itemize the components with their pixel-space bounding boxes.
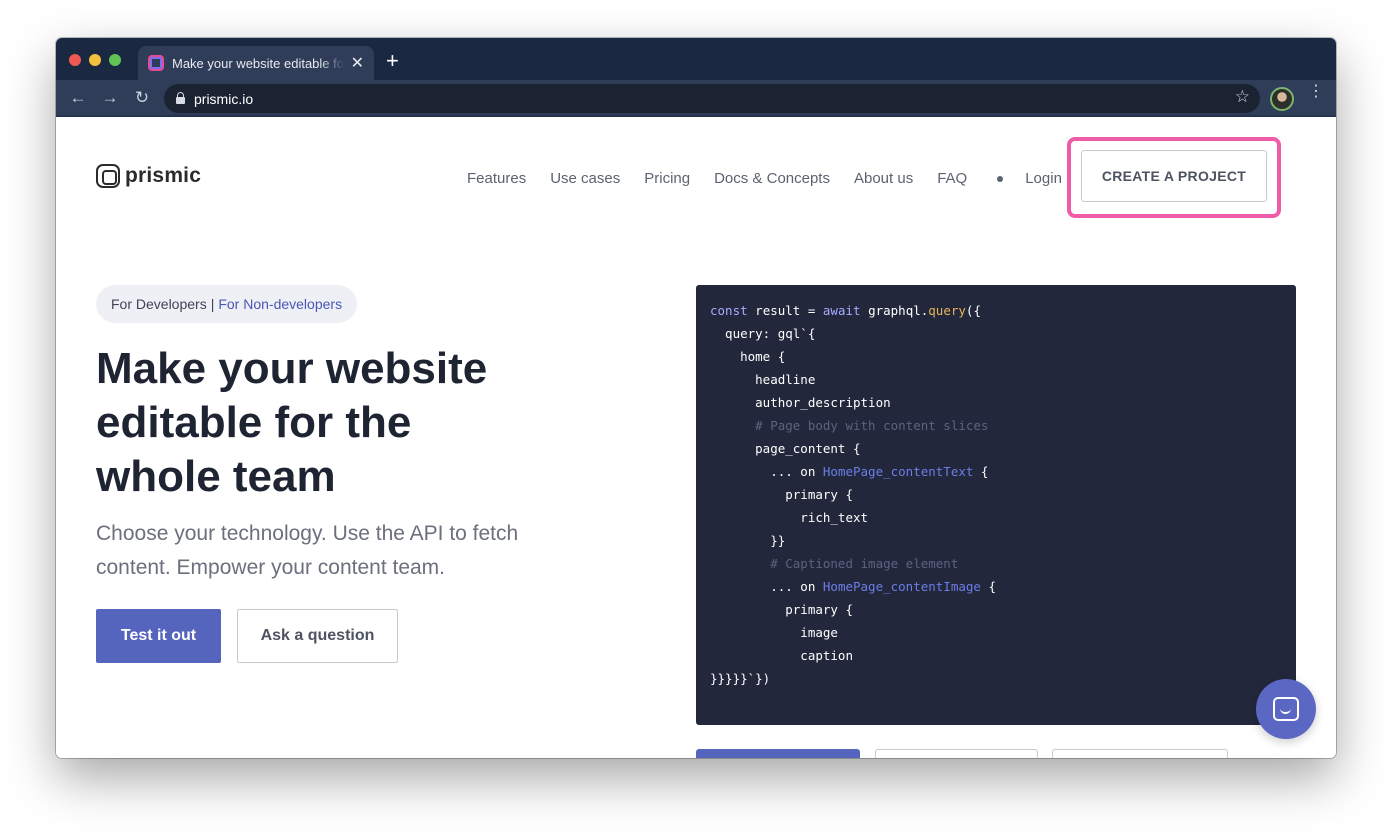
star-icon[interactable]: ☆ (1235, 87, 1250, 107)
code-token: }} (710, 533, 786, 548)
code-token: const (710, 303, 748, 318)
code-line: caption (710, 644, 1282, 667)
page-content: prismic Features Use cases Pricing Docs … (56, 117, 1336, 758)
code-token: rich_text (710, 510, 869, 525)
code-token: primary { (710, 487, 853, 502)
code-token: page_content { (710, 441, 861, 456)
code-line: image (710, 621, 1282, 644)
browser-window: Make your website editable for the whole… (56, 38, 1336, 758)
code-tab-button[interactable] (696, 749, 860, 758)
logo-text: prismic (125, 164, 202, 187)
code-line: const result = await graphql.query({ (710, 299, 1282, 322)
lock-icon (176, 91, 185, 104)
forward-arrow-icon[interactable]: → (100, 88, 120, 108)
for-developers-label[interactable]: For Developers (111, 296, 207, 312)
code-token: caption (710, 648, 853, 663)
maximize-window-button[interactable] (109, 54, 121, 66)
nav-pricing[interactable]: Pricing (644, 170, 690, 187)
code-token: ... on (710, 464, 823, 479)
address-bar[interactable]: prismic.io ☆ (164, 84, 1260, 113)
close-icon[interactable]: ✕ (351, 53, 364, 73)
nav-about[interactable]: About us (854, 170, 913, 187)
code-line: # Captioned image element (710, 552, 1282, 575)
kebab-menu-icon[interactable]: ⋮ (1308, 84, 1324, 100)
code-token: { (980, 579, 996, 594)
code-token: result = (747, 303, 823, 318)
code-token: # Captioned image element (710, 556, 959, 571)
site-logo[interactable]: prismic (96, 164, 201, 188)
prismic-logo-icon (96, 164, 120, 188)
code-token: query: gql`{ (710, 326, 816, 341)
code-line: page_content { (710, 437, 1282, 460)
chat-launcher-button[interactable] (1256, 679, 1316, 739)
code-token: primary { (710, 602, 853, 617)
code-token: HomePage_contentText (822, 464, 974, 479)
code-line: rich_text (710, 506, 1282, 529)
code-line: query: gql`{ (710, 322, 1282, 345)
code-token: }}}}}`}) (710, 671, 771, 686)
nav-login[interactable]: Login (1025, 170, 1062, 187)
reload-icon[interactable]: ↻ (132, 88, 152, 108)
code-token: # Page body with content slices (710, 418, 989, 433)
tab-title: Make your website editable for the whole… (172, 55, 345, 71)
new-tab-button[interactable]: + (386, 50, 399, 72)
code-line: }} (710, 529, 1282, 552)
nav-docs[interactable]: Docs & Concepts (714, 170, 830, 187)
minimize-window-button[interactable] (89, 54, 101, 66)
code-line: headline (710, 368, 1282, 391)
browser-tab[interactable]: Make your website editable for the whole… (138, 46, 374, 80)
chat-bubble-icon (1273, 697, 1299, 721)
ask-question-button[interactable]: Ask a question (237, 609, 398, 663)
test-it-out-button[interactable]: Test it out (96, 609, 221, 663)
code-line: primary { (710, 483, 1282, 506)
nav-use-cases[interactable]: Use cases (550, 170, 620, 187)
code-token: HomePage_contentImage (822, 579, 981, 594)
code-sample: const result = await graphql.query({ que… (696, 285, 1296, 725)
code-tab-button[interactable] (1052, 749, 1228, 758)
audience-separator: | (210, 296, 215, 312)
code-line: primary { (710, 598, 1282, 621)
tab-strip: Make your website editable for the whole… (56, 38, 1336, 80)
code-line: # Page body with content slices (710, 414, 1282, 437)
browser-toolbar: ← → ↻ prismic.io ☆ ⋮ (56, 80, 1336, 117)
code-token: headline (710, 372, 816, 387)
code-line: ... on HomePage_contentText { (710, 460, 1282, 483)
audience-switch: For Developers | For Non-developers (96, 285, 358, 323)
code-token: { (973, 464, 989, 479)
code-token: graphql. (860, 303, 929, 318)
code-token: ... on (710, 579, 823, 594)
code-line: author_description (710, 391, 1282, 414)
code-token: author_description (710, 395, 891, 410)
prismic-favicon-icon (148, 55, 164, 71)
code-token: await (822, 303, 861, 318)
avatar[interactable] (1270, 87, 1294, 111)
url-text[interactable]: prismic.io (194, 91, 253, 107)
code-line: ... on HomePage_contentImage { (710, 575, 1282, 598)
close-window-button[interactable] (69, 54, 81, 66)
nav-faq[interactable]: FAQ (937, 170, 967, 187)
create-project-button[interactable]: CREATE A PROJECT (1081, 150, 1267, 202)
code-line: home { (710, 345, 1282, 368)
main-nav: Features Use cases Pricing Docs & Concep… (467, 170, 1062, 187)
status-dot-icon (997, 175, 1004, 182)
code-token: image (710, 625, 838, 640)
nav-features[interactable]: Features (467, 170, 526, 187)
code-token: home { (710, 349, 786, 364)
back-arrow-icon[interactable]: ← (68, 88, 88, 108)
code-tab-button[interactable] (875, 749, 1038, 758)
hero-title: Make your website editable for the whole… (96, 344, 488, 501)
code-token: query (928, 303, 966, 318)
hero-subtitle: Choose your technology. Use the API to f… (96, 522, 519, 579)
code-line: }}}}}`}) (710, 667, 1282, 690)
for-non-developers-link[interactable]: For Non-developers (218, 296, 342, 312)
code-token: ({ (965, 303, 981, 318)
